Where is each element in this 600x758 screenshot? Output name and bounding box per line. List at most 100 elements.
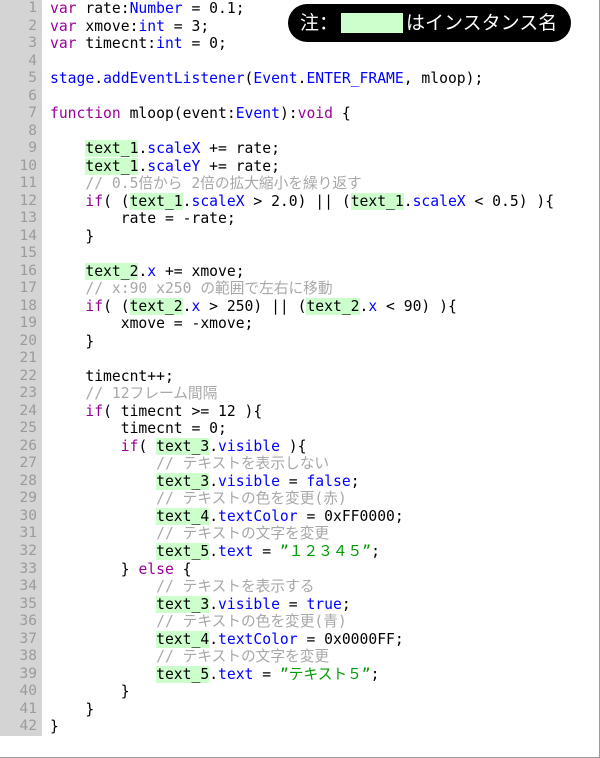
code-line[interactable]: 34 // テキストを表示する bbox=[0, 578, 599, 596]
code-line-text[interactable] bbox=[42, 88, 599, 106]
code-line[interactable]: 7 function mloop(event:Event):void { bbox=[0, 105, 599, 123]
code-line[interactable]: 38 // テキストの文字を変更 bbox=[0, 648, 599, 666]
line-number: 22 bbox=[0, 367, 42, 386]
code-line-text[interactable]: stage.addEventListener(Event.ENTER_FRAME… bbox=[42, 70, 599, 88]
code-line[interactable]: 25 timecnt = 0; bbox=[0, 420, 599, 438]
code-line-text[interactable]: text_5.text = ”テキスト５”; bbox=[42, 665, 599, 684]
code-line-text[interactable]: // テキストを表示する bbox=[42, 578, 599, 596]
code-line-text[interactable]: text_4.textColor = 0xFF0000; bbox=[42, 507, 599, 526]
code-line-text[interactable] bbox=[42, 245, 599, 263]
code-line-text[interactable]: text_3.visible = false; bbox=[42, 472, 599, 491]
keyword-token: var bbox=[50, 17, 77, 35]
code-line[interactable]: 35 text_3.visible = true; bbox=[0, 595, 599, 614]
code-line[interactable]: 14 } bbox=[0, 227, 599, 246]
code-line[interactable]: 37 text_4.textColor = 0x0000FF; bbox=[0, 630, 599, 649]
code-line-text[interactable]: // テキストの文字を変更 bbox=[42, 525, 599, 543]
code-line[interactable]: 31 // テキストの文字を変更 bbox=[0, 525, 599, 543]
code-line-text[interactable] bbox=[42, 123, 599, 141]
code-line-text[interactable]: if( timecnt >= 12 ){ bbox=[42, 403, 599, 421]
code-line[interactable]: 18 if( (text_2.x > 250) || (text_2.x < 9… bbox=[0, 297, 599, 316]
code-line-text[interactable]: text_5.text = ”１２３４５”; bbox=[42, 542, 599, 561]
code-line[interactable]: 12 if( (text_1.scaleX > 2.0) || (text_1.… bbox=[0, 192, 599, 211]
code-token: } bbox=[50, 227, 95, 245]
code-line-text[interactable]: } bbox=[42, 227, 599, 246]
code-line[interactable]: 5 stage.addEventListener(Event.ENTER_FRAM… bbox=[0, 70, 599, 88]
code-line[interactable]: 4 bbox=[0, 52, 599, 71]
code-line[interactable]: 21 bbox=[0, 350, 599, 368]
code-line-text[interactable]: text_1.scaleX += rate; bbox=[42, 140, 599, 158]
code-line[interactable]: 26 if( text_3.visible ){ bbox=[0, 437, 599, 456]
code-line[interactable]: 16 text_2.x += xmove; bbox=[0, 262, 599, 281]
code-line[interactable]: 23 // 12フレーム間隔 bbox=[0, 385, 599, 403]
code-token: } bbox=[50, 718, 59, 736]
code-line[interactable]: 19 xmove = -xmove; bbox=[0, 315, 599, 333]
code-line-text[interactable]: timecnt++; bbox=[42, 367, 599, 386]
code-line-text[interactable] bbox=[42, 53, 599, 71]
code-line[interactable]: 42} bbox=[0, 718, 599, 736]
line-number: 7 bbox=[0, 105, 42, 123]
code-line[interactable]: 17 // x:90 x250 の範囲で左右に移動 bbox=[0, 280, 599, 298]
code-line-text[interactable]: } bbox=[42, 683, 599, 701]
code-line[interactable]: 24 if( timecnt >= 12 ){ bbox=[0, 402, 599, 421]
line-number: 27 bbox=[0, 455, 42, 473]
code-line-text[interactable]: // 0.5倍から 2倍の拡大縮小を繰り返す bbox=[42, 175, 599, 193]
code-line[interactable]: 6 bbox=[0, 87, 599, 106]
code-listing[interactable]: 1 var rate:Number = 0.1; 2 var xmove:int = … bbox=[0, 0, 599, 736]
code-line[interactable]: 29 // テキストの色を変更(赤) bbox=[0, 490, 599, 508]
code-line[interactable]: 36 // テキストの色を変更(青) bbox=[0, 613, 599, 631]
code-line-text[interactable]: // テキストの色を変更(青) bbox=[42, 613, 599, 631]
code-line[interactable]: 10 text_1.scaleY += rate; bbox=[0, 157, 599, 176]
code-line-text[interactable]: // 12フレーム間隔 bbox=[42, 385, 599, 403]
code-line-text[interactable]: function mloop(event:Event):void { bbox=[42, 105, 599, 123]
line-number: 6 bbox=[0, 87, 42, 106]
code-line-text[interactable]: } else { bbox=[42, 560, 599, 579]
code-line-text[interactable]: text_1.scaleY += rate; bbox=[42, 157, 599, 176]
code-token: . bbox=[138, 157, 148, 175]
code-line-text[interactable]: // テキストの色を変更(赤) bbox=[42, 490, 599, 508]
code-line[interactable]: 28 text_3.visible = false; bbox=[0, 472, 599, 491]
code-line-text[interactable]: } bbox=[42, 333, 599, 351]
code-line-text[interactable]: if( (text_1.scaleX > 2.0) || (text_1.sca… bbox=[42, 192, 599, 211]
code-token: timecnt++; bbox=[50, 367, 174, 385]
code-line-text[interactable]: } bbox=[42, 701, 599, 719]
code-line-text[interactable]: rate = -rate; bbox=[42, 210, 599, 228]
code-line-text[interactable]: timecnt = 0; bbox=[42, 420, 599, 438]
code-line[interactable]: 27 // テキストを表示しない bbox=[0, 455, 599, 473]
code-line[interactable]: 15 bbox=[0, 245, 599, 263]
code-line-text[interactable] bbox=[42, 350, 599, 368]
code-line-text[interactable]: if( (text_2.x > 250) || (text_2.x < 90) … bbox=[42, 297, 599, 316]
line-number: 24 bbox=[0, 402, 42, 421]
code-line[interactable]: 39 text_5.text = ”テキスト５”; bbox=[0, 665, 599, 684]
code-token: < 90) ){ bbox=[377, 297, 457, 315]
code-line-text[interactable]: } bbox=[42, 718, 599, 736]
code-line[interactable]: 11 // 0.5倍から 2倍の拡大縮小を繰り返す bbox=[0, 175, 599, 193]
code-line[interactable]: 40 } bbox=[0, 683, 599, 701]
code-line-text[interactable]: if( text_3.visible ){ bbox=[42, 437, 599, 456]
code-line[interactable]: 13 rate = -rate; bbox=[0, 210, 599, 228]
code-line-text[interactable]: text_2.x += xmove; bbox=[42, 262, 599, 281]
code-line-text[interactable]: // テキストを表示しない bbox=[42, 455, 599, 473]
code-line[interactable]: 20 } bbox=[0, 332, 599, 351]
code-line[interactable]: 8 bbox=[0, 122, 599, 141]
code-line[interactable]: 30 text_4.textColor = 0xFF0000; bbox=[0, 507, 599, 526]
code-line-text[interactable]: text_4.textColor = 0x0000FF; bbox=[42, 630, 599, 649]
code-line-text[interactable]: // テキストの文字を変更 bbox=[42, 648, 599, 666]
code-token: = 0x0000FF; bbox=[297, 630, 404, 648]
code-line-text[interactable]: text_3.visible = true; bbox=[42, 595, 599, 614]
code-line-text[interactable]: xmove = -xmove; bbox=[42, 315, 599, 333]
code-line[interactable]: 32 text_5.text = ”１２３４５”; bbox=[0, 542, 599, 561]
code-line[interactable]: 22 timecnt++; bbox=[0, 367, 599, 386]
code-line[interactable]: 33 } else { bbox=[0, 560, 599, 579]
code-token: ): bbox=[279, 105, 298, 123]
code-line[interactable]: 9 text_1.scaleX += rate; bbox=[0, 140, 599, 158]
line-number: 10 bbox=[0, 157, 42, 176]
instance-name-token: text_3 bbox=[156, 472, 210, 490]
code-token: { bbox=[333, 105, 351, 123]
code-line-text[interactable]: // x:90 x250 の範囲で左右に移動 bbox=[42, 280, 599, 298]
code-line[interactable]: 41 } bbox=[0, 700, 599, 719]
keyword-token: else bbox=[138, 560, 174, 578]
